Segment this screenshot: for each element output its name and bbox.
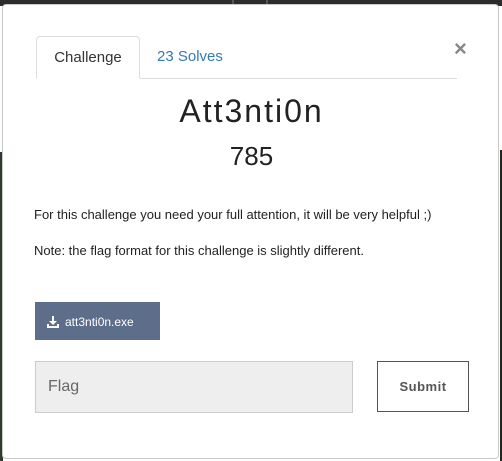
close-button[interactable]: × [454,38,467,60]
download-file-button[interactable]: att3nti0n.exe [35,302,160,340]
flag-input[interactable] [35,361,353,413]
challenge-modal: Challenge 23 Solves × Att3nti0n 785 For … [2,4,499,459]
challenge-tabs: Challenge 23 Solves [36,36,457,79]
submit-button[interactable]: Submit [377,361,469,412]
challenge-note: Note: the flag format for this challenge… [34,243,364,258]
challenge-points: 785 [229,141,274,171]
challenge-description: For this challenge you need your full at… [34,207,432,222]
tab-challenge[interactable]: Challenge [36,36,140,79]
challenge-title: Att3nti0n [179,93,324,129]
tab-solves[interactable]: 23 Solves [157,36,223,78]
download-file-name: att3nti0n.exe [65,314,134,329]
download-icon [47,315,59,328]
